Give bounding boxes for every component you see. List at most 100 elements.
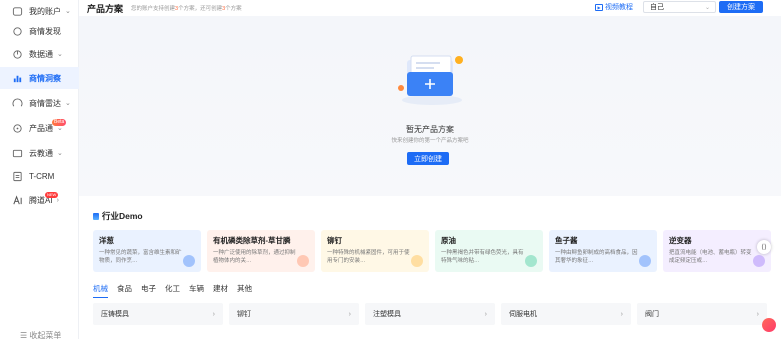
list-item-label: 铆钉 <box>237 311 251 318</box>
chevron-down-icon: ⌄ <box>57 150 63 157</box>
demo-card-desc: 一种广泛使用的除草剂，通过抑制植物体内的关… <box>213 250 296 264</box>
chevron-right-icon: › <box>348 310 351 318</box>
floating-assistant-icon[interactable] <box>762 318 776 332</box>
demo-card-desc: 把直流电能（电池、蓄电瓶）转变成定频定压或… <box>669 250 752 264</box>
sidebar-item-label: 商情发现 <box>29 26 61 36</box>
list-item[interactable]: 压铸模具 › <box>93 303 223 325</box>
demo-card-decoration-icon <box>411 255 423 267</box>
radar-icon <box>12 97 23 109</box>
list-item-label: 伺服电机 <box>509 311 537 318</box>
sidebar-item-label: 商情雷达 <box>29 98 61 108</box>
subtitle-suffix: 个方案 <box>225 6 242 12</box>
tab-food[interactable]: 食品 <box>117 283 132 298</box>
owner-select[interactable]: 自己 ⌄ <box>643 1 716 13</box>
page-subtitle: 您的账户支持创建3个方案，还可创建3个方案 <box>131 4 242 12</box>
discover-icon <box>12 26 23 37</box>
list-item-label: 阀门 <box>645 311 659 318</box>
page-header: 产品方案 您的账户支持创建3个方案，还可创建3个方案 ▶ 视频教程 自己 ⌄ 创… <box>79 0 781 16</box>
chevron-down-icon: ⌄ <box>704 4 710 11</box>
section-mark-icon <box>93 212 99 220</box>
list-item-label: 注塑模具 <box>373 311 401 318</box>
tab-vehicles[interactable]: 车辆 <box>189 283 204 298</box>
demo-card[interactable]: 原油 一种黑褐色并带有绿色荧光，具有特殊气味的粘… <box>435 230 543 272</box>
list-item[interactable]: 注塑模具 › <box>365 303 495 325</box>
demo-card-name: 铆钉 <box>327 236 342 245</box>
beta-badge: Beta <box>52 119 67 126</box>
collapse-label: 收起菜单 <box>29 331 62 339</box>
chevron-right-icon: › <box>620 310 623 318</box>
ai-icon <box>12 194 23 206</box>
tab-machinery[interactable]: 机械 <box>93 283 108 298</box>
swap-arrows-icon: ⟨⟩ <box>761 244 767 251</box>
tab-other[interactable]: 其他 <box>237 283 252 298</box>
sidebar-item-account[interactable]: 我的账户 ⌄ <box>0 0 79 22</box>
create-now-button[interactable]: 立即创建 <box>407 152 449 165</box>
demo-card-decoration-icon <box>525 255 537 267</box>
sidebar-item-label: 数据通 <box>29 49 53 59</box>
demo-card[interactable]: 鱼子酱 一种由鲟鱼卵制成的高档食品，因其奢华的象征… <box>549 230 657 272</box>
new-badge: NEW <box>45 192 59 198</box>
video-tutorial-label: 视频教程 <box>605 4 633 11</box>
empty-state-panel: 暂无产品方案 快来创建你的第一个产品方案吧 立即创建 <box>79 16 781 196</box>
sidebar-item-radar[interactable]: 商情雷达 ⌄ <box>0 92 79 114</box>
demo-card-desc: 一种常见的蔬菜，富含维生素和矿物质，同作烹… <box>99 250 182 264</box>
demo-card-desc: 一种特殊的机械紧固件，可用于使用专门的安装… <box>327 250 410 264</box>
demo-card-decoration-icon <box>183 255 195 267</box>
list-item[interactable]: 阀门 › <box>637 303 767 325</box>
empty-folder-illustration <box>398 55 463 105</box>
industry-tabs: 机械 食品 电子 化工 车辆 建材 其他 <box>93 283 261 298</box>
play-icon: ▶ <box>595 3 603 11</box>
empty-state-desc: 快来创建你的第一个产品方案吧 <box>391 138 469 144</box>
sidebar-item-discover[interactable]: 商情发现 <box>0 20 79 42</box>
chevron-down-icon: ⌄ <box>65 8 71 15</box>
crm-icon <box>12 171 23 182</box>
sidebar-item-insight[interactable]: 商情洞察 <box>0 67 79 89</box>
demo-card[interactable]: 洋葱 一种常见的蔬菜，富含维生素和矿物质，同作烹… <box>93 230 201 272</box>
demo-card-decoration-icon <box>297 255 309 267</box>
chevron-right-icon: › <box>212 310 215 318</box>
collapse-menu-button[interactable]: ☰ 收起菜单 <box>20 330 61 339</box>
sidebar-item-label: T-CRM <box>29 171 55 181</box>
demo-card-name: 鱼子酱 <box>555 236 578 245</box>
demo-card-desc: 一种黑褐色并带有绿色荧光，具有特殊气味的粘… <box>441 250 524 264</box>
tab-chemical[interactable]: 化工 <box>165 283 180 298</box>
subtitle-mid: 个方案，还可创建 <box>178 6 223 12</box>
tab-electronics[interactable]: 电子 <box>141 283 156 298</box>
owner-select-value: 自己 <box>650 4 664 11</box>
chevron-right-icon: › <box>756 310 759 318</box>
tab-building-materials[interactable]: 建材 <box>213 283 228 298</box>
list-item[interactable]: 伺服电机 › <box>501 303 631 325</box>
sidebar-item-ai[interactable]: 腾道AI NEW › <box>0 189 79 211</box>
demo-card-decoration-icon <box>753 255 765 267</box>
chevron-down-icon: ⌄ <box>57 51 63 58</box>
insight-icon <box>12 73 23 84</box>
account-icon <box>12 6 23 17</box>
demo-card-name: 有机磷类除草剂-草甘膦 <box>213 236 291 245</box>
page-title: 产品方案 <box>87 3 124 14</box>
carousel-next-button[interactable]: ⟨⟩ <box>757 240 771 254</box>
sidebar-item-crm[interactable]: T-CRM <box>0 165 79 187</box>
sidebar-item-cloud[interactable]: 云教通 ⌄ <box>0 142 79 164</box>
video-tutorial-link[interactable]: ▶ 视频教程 <box>595 1 633 13</box>
chevron-down-icon: ⌄ <box>65 100 71 107</box>
sidebar-item-label: 商情洞察 <box>29 73 61 83</box>
demo-card[interactable]: 有机磷类除草剂-草甘膦 一种广泛使用的除草剂，通过抑制植物体内的关… <box>207 230 315 272</box>
chevron-right-icon: › <box>484 310 487 318</box>
demo-card-name: 原油 <box>441 236 456 245</box>
industry-demo-title-text: 行业Demo <box>102 211 143 221</box>
industry-demo-section: 行业Demo 洋葱 一种常见的蔬菜，富含维生素和矿物质，同作烹… 有机磷类除草剂… <box>79 198 781 339</box>
list-item[interactable]: 铆钉 › <box>229 303 359 325</box>
empty-state-title: 暂无产品方案 <box>406 125 454 134</box>
demo-card-decoration-icon <box>639 255 651 267</box>
create-plan-button[interactable]: 创建方案 <box>719 1 763 13</box>
demo-card[interactable]: 逆变器 把直流电能（电池、蓄电瓶）转变成定频定压或… <box>663 230 771 272</box>
list-item-label: 压铸模具 <box>101 311 129 318</box>
sidebar-item-product[interactable]: 产品通 Beta ⌄ <box>0 117 79 139</box>
cloud-icon <box>12 148 23 159</box>
sidebar-item-label: 云教通 <box>29 148 53 158</box>
industry-demo-title: 行业Demo <box>93 210 143 222</box>
sidebar-item-data[interactable]: 数据通 ⌄ <box>0 43 79 65</box>
subtitle-prefix: 您的账户支持创建 <box>131 6 176 12</box>
demo-card[interactable]: 铆钉 一种特殊的机械紧固件，可用于使用专门的安装… <box>321 230 429 272</box>
data-icon <box>12 49 23 60</box>
